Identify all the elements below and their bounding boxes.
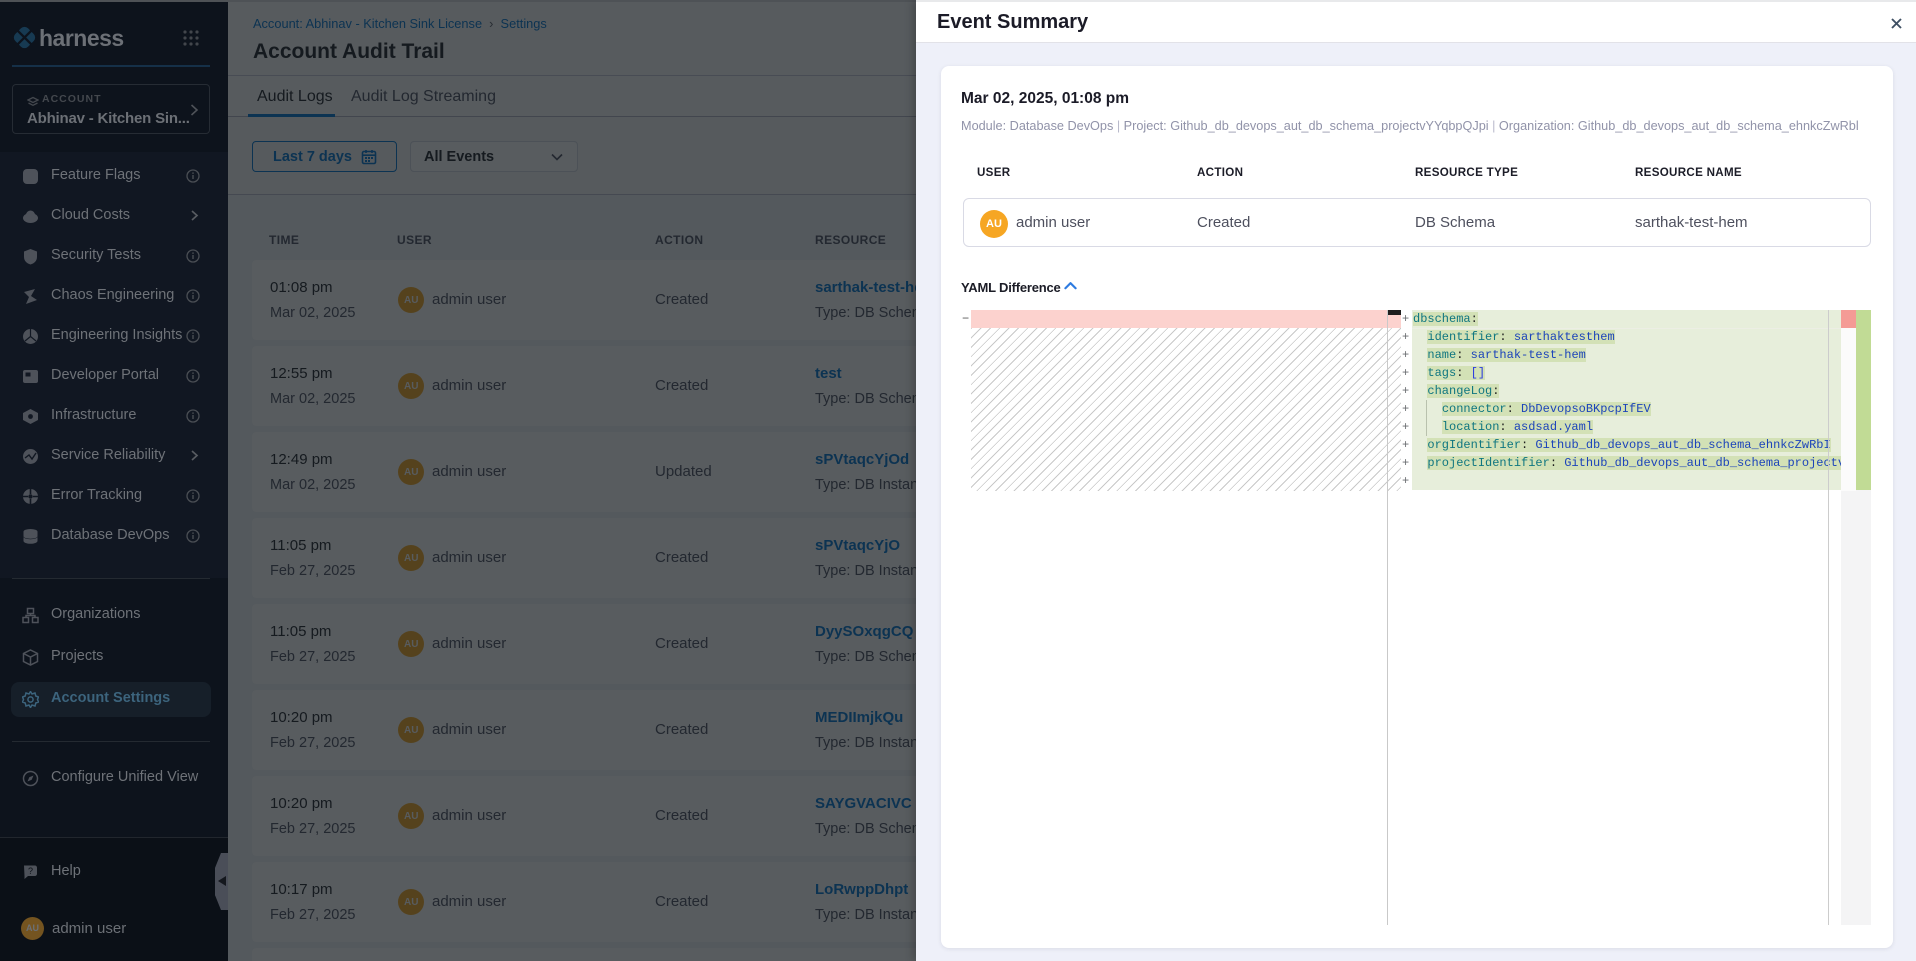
svg-text:?: ?: [28, 866, 33, 876]
